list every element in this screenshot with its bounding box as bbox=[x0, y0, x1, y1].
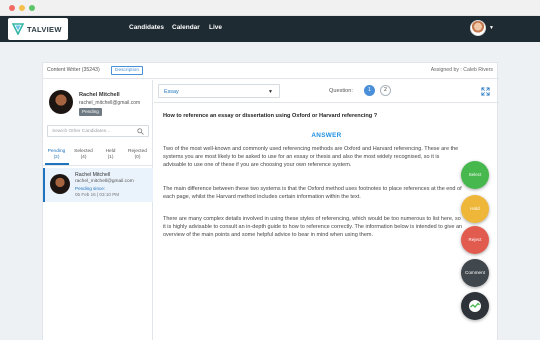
brand-name: TALVIEW bbox=[27, 24, 62, 34]
list-item-timestamp: 05 Feb 16 | 03:10 PM bbox=[75, 192, 120, 197]
list-item-pending-since: Pending since: bbox=[75, 186, 106, 191]
list-item-avatar bbox=[50, 174, 70, 194]
tab-count: (2) bbox=[53, 155, 60, 160]
question-text: How to reference an essay or dissertatio… bbox=[163, 113, 378, 119]
candidate-list-item[interactable]: Rachel Mitchell rachel_mitchell@gmail.co… bbox=[43, 168, 153, 202]
candidate-email: rachel_mitchell@gmail.com bbox=[79, 100, 141, 106]
select-button[interactable]: Select bbox=[461, 161, 489, 189]
active-tab-indicator bbox=[45, 163, 69, 165]
answer-content: How to reference an essay or dissertatio… bbox=[154, 102, 499, 340]
page-background: Content Writer (35243) Description Assig… bbox=[0, 42, 540, 340]
close-window-dot[interactable] bbox=[9, 5, 15, 11]
question-number-2[interactable]: 2 bbox=[380, 85, 391, 96]
nav-candidates[interactable]: Candidates bbox=[129, 24, 164, 31]
question-panel: Essay ▼ Question: 1 2 How to reference a… bbox=[154, 80, 499, 340]
chevron-down-icon: ▼ bbox=[268, 89, 273, 95]
question-number-1[interactable]: 1 bbox=[364, 85, 375, 96]
assigned-by: Assigned by : Caleb Rivers bbox=[430, 67, 493, 73]
candidate-avatar bbox=[49, 90, 73, 114]
evaluation-card: Content Writer (35243) Description Assig… bbox=[42, 62, 499, 340]
tab-pending[interactable]: Pending (2) bbox=[43, 149, 70, 161]
candidate-sidebar: Rachel Mitchell rachel_mitchell@gmail.co… bbox=[43, 80, 153, 340]
window-titlebar bbox=[0, 0, 540, 16]
user-avatar[interactable] bbox=[470, 20, 486, 36]
search-icon[interactable] bbox=[137, 128, 144, 135]
status-badge: Pending bbox=[79, 108, 102, 116]
tab-count: (4) bbox=[80, 155, 87, 160]
minimize-window-dot[interactable] bbox=[19, 5, 25, 11]
answer-paragraph: Two of the most well-known and commonly … bbox=[163, 146, 459, 168]
candidate-search-input[interactable]: Search Other Candidates... bbox=[47, 125, 149, 137]
expand-icon[interactable] bbox=[481, 87, 490, 96]
nav-live[interactable]: Live bbox=[209, 24, 222, 31]
chevron-down-icon[interactable]: ▼ bbox=[489, 25, 494, 31]
tab-held[interactable]: Held (1) bbox=[97, 149, 124, 161]
answer-paragraph: There are many complex details involved … bbox=[163, 216, 463, 238]
tab-count: (1) bbox=[107, 155, 114, 160]
tab-selected[interactable]: Selected (4) bbox=[70, 149, 97, 161]
top-navbar: TALVIEW Candidates Calendar Live ▼ bbox=[0, 16, 540, 42]
question-type-value: Essay bbox=[164, 89, 179, 95]
description-button[interactable]: Description bbox=[111, 66, 143, 75]
talview-logo-icon bbox=[12, 23, 24, 35]
stopwatch-icon bbox=[469, 300, 481, 312]
timer-button[interactable] bbox=[461, 292, 489, 320]
candidate-name: Rachel Mitchell bbox=[79, 92, 120, 98]
job-title: Content Writer (35243) bbox=[47, 67, 100, 73]
reject-button[interactable]: Reject bbox=[461, 226, 489, 254]
list-item-name: Rachel Mitchell bbox=[75, 172, 111, 178]
question-label: Question: bbox=[329, 88, 353, 94]
answer-heading: ANSWER bbox=[311, 132, 342, 139]
question-type-select[interactable]: Essay ▼ bbox=[158, 84, 280, 98]
hold-button[interactable]: Hold bbox=[461, 195, 489, 223]
tab-rejected[interactable]: Rejected (0) bbox=[124, 149, 151, 161]
comment-button[interactable]: Comment bbox=[461, 259, 489, 287]
maximize-window-dot[interactable] bbox=[29, 5, 35, 11]
card-header: Content Writer (35243) Description Assig… bbox=[43, 63, 499, 79]
tab-count: (0) bbox=[134, 155, 141, 160]
search-placeholder: Search Other Candidates... bbox=[52, 129, 111, 134]
answer-paragraph: The main difference between these two sy… bbox=[163, 186, 462, 200]
talview-logo[interactable]: TALVIEW bbox=[8, 18, 68, 40]
nav-calendar[interactable]: Calendar bbox=[172, 24, 200, 31]
list-item-email: rachel_mitchell@gmail.com bbox=[75, 179, 134, 184]
status-tabs: Pending (2) Selected (4) Held (1) Reject… bbox=[43, 146, 153, 166]
